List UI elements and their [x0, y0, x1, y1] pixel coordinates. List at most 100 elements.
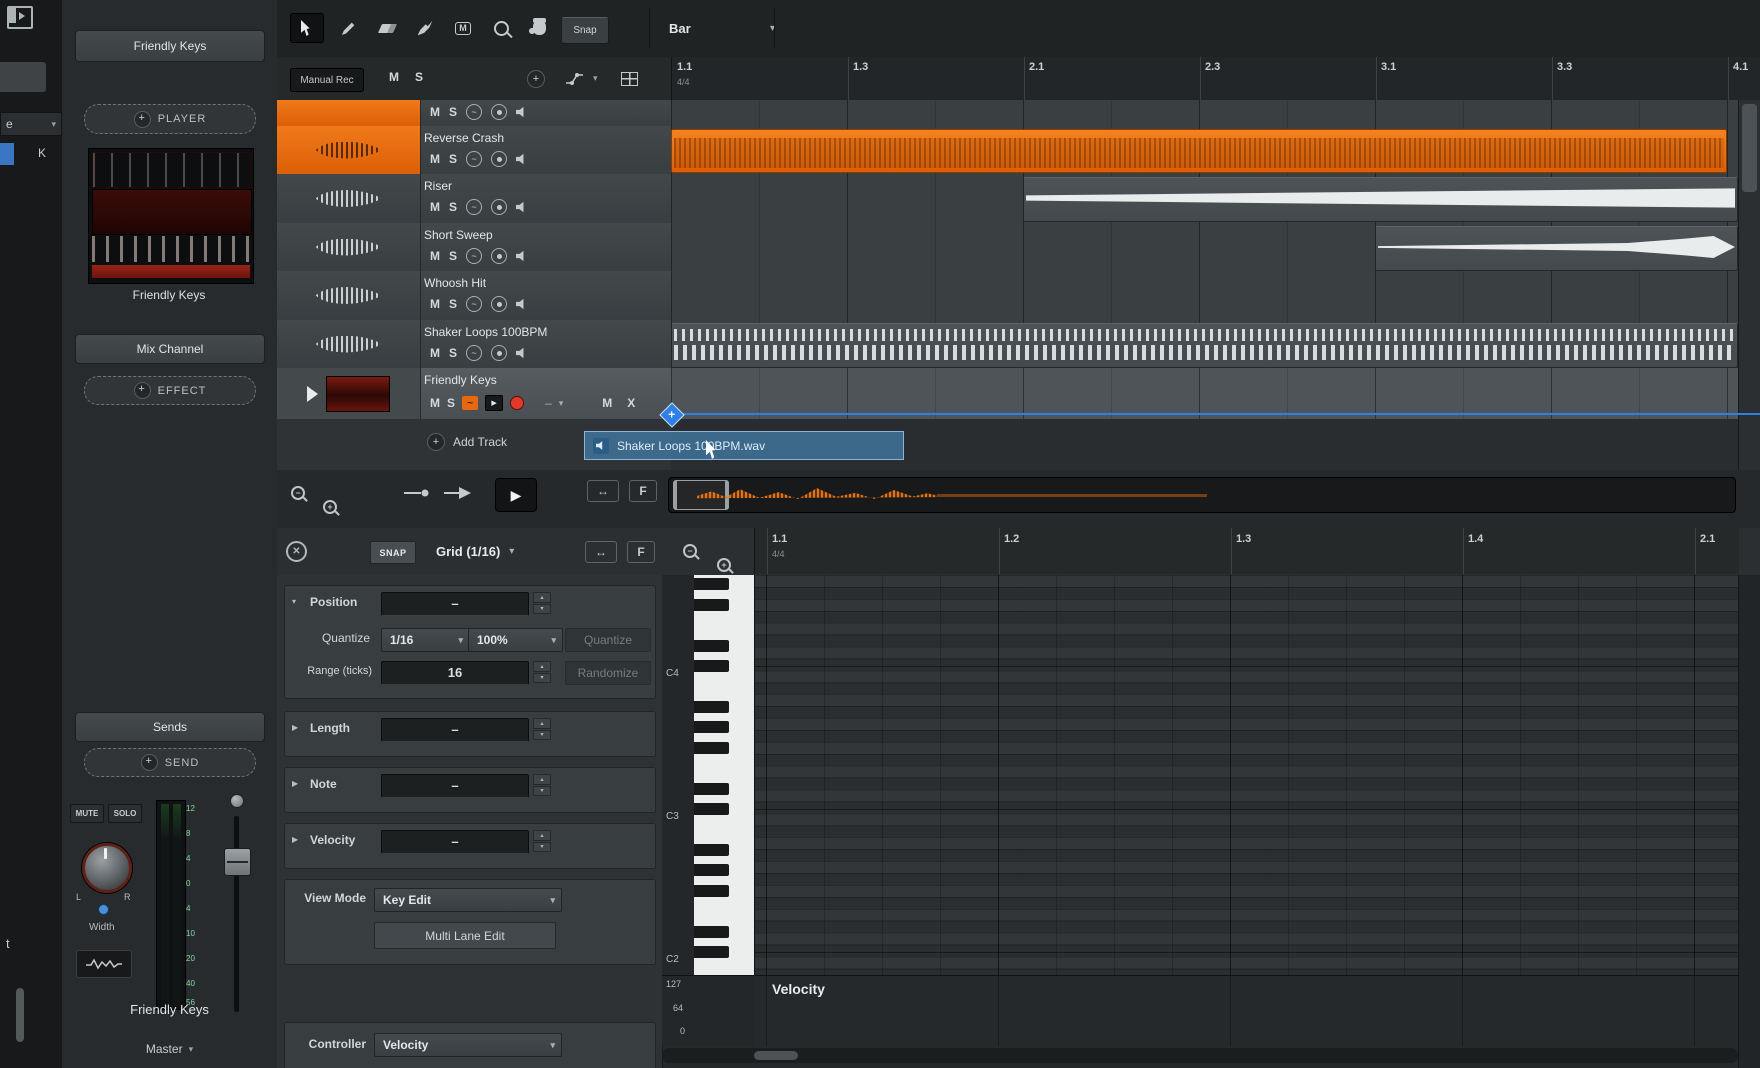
piano-black-key[interactable]	[694, 599, 729, 611]
manual-rec-button[interactable]: Manual Rec	[290, 68, 364, 92]
range-stepper[interactable]: ▴ ▾	[533, 661, 551, 683]
mute-button[interactable]: MUTE	[70, 804, 104, 823]
expand-triangle-icon[interactable]: ▶	[292, 835, 298, 844]
hand-tool-button[interactable]	[522, 13, 556, 43]
record-arm-icon[interactable]	[510, 396, 524, 410]
marker-forward-icon[interactable]	[443, 487, 471, 499]
zoom-tool-button[interactable]	[484, 13, 518, 43]
velocity-lane[interactable]: Velocity	[755, 975, 1738, 1046]
track-row-shaker-loops[interactable]: Shaker Loops 100BPM M S ~	[277, 320, 671, 369]
editor-zoom-out-icon[interactable]: −	[683, 544, 697, 558]
quantize-grid-dropdown[interactable]: 1/16 ▾	[381, 628, 470, 652]
automation-circle-icon[interactable]: ~	[466, 248, 482, 264]
editor-width-button[interactable]: ↔	[585, 541, 617, 563]
audio-clip-shaker-loops[interactable]	[671, 323, 1738, 368]
editor-scrollbar[interactable]	[1738, 575, 1760, 1068]
editor-snap-button[interactable]: SNAP	[370, 541, 416, 564]
chevron-down-icon[interactable]: ▾	[559, 398, 564, 409]
piano-black-key[interactable]	[694, 701, 729, 713]
stepper-down-icon[interactable]: ▾	[533, 673, 551, 684]
timebase-dropdown[interactable]: Bar ▾	[657, 8, 787, 48]
range-value[interactable]: 16	[381, 661, 529, 685]
audio-clip-short-sweep[interactable]	[1375, 226, 1738, 271]
track-color-cell[interactable]	[277, 126, 421, 174]
track-solo-button[interactable]: S	[449, 105, 457, 119]
speaker-icon[interactable]	[516, 201, 528, 213]
controller-dropdown[interactable]: Velocity ▾	[374, 1033, 562, 1057]
track-row-riser[interactable]: Riser M S ~	[277, 174, 671, 224]
stepper-up-icon[interactable]: ▴	[533, 774, 551, 785]
automation-circle-icon[interactable]: ~	[466, 151, 482, 167]
fader-track[interactable]	[234, 816, 239, 1012]
audio-clip-reverse-crash[interactable]	[671, 129, 1727, 173]
mute-tool-button[interactable]: M	[446, 13, 480, 43]
editor-zoom-in-icon[interactable]: +	[717, 558, 731, 572]
track-mute-button[interactable]: M	[430, 346, 440, 360]
track-name[interactable]: Friendly Keys	[424, 373, 497, 387]
stepper-up-icon[interactable]: ▴	[533, 592, 551, 603]
global-solo-button[interactable]: S	[415, 70, 423, 84]
speaker-icon[interactable]	[516, 250, 528, 262]
position-value[interactable]: –	[381, 592, 529, 616]
track-name[interactable]: Reverse Crash	[424, 131, 504, 145]
audio-clip-riser[interactable]	[1023, 177, 1738, 222]
width-knob[interactable]	[98, 904, 109, 915]
sends-header[interactable]: Sends	[75, 712, 265, 742]
piano-black-key[interactable]	[694, 783, 729, 795]
track-mute-button[interactable]: M	[430, 152, 440, 166]
length-stepper[interactable]: ▴ ▾	[533, 718, 551, 740]
piano-black-key[interactable]	[694, 946, 729, 958]
track-solo-button[interactable]: S	[449, 346, 457, 360]
velocity-stepper[interactable]: ▴ ▾	[533, 830, 551, 852]
track-color-cell[interactable]	[277, 223, 421, 271]
pan-knob[interactable]	[82, 843, 132, 893]
stepper-down-icon[interactable]: ▾	[533, 604, 551, 615]
edge-scrollbar[interactable]	[16, 988, 24, 1042]
stepper-down-icon[interactable]: ▾	[533, 842, 551, 853]
piano-black-key[interactable]	[694, 803, 729, 815]
add-track-button[interactable]: + Add Track	[427, 433, 507, 451]
editor-ruler[interactable]: 1.1 4/4 1.2 1.3 1.4 2.1	[754, 528, 1739, 574]
selected-item-fragment[interactable]	[0, 143, 14, 165]
effect-button[interactable]: + EFFECT	[84, 376, 256, 405]
marker-back-icon[interactable]	[403, 487, 429, 499]
automation-circle-icon[interactable]: ~	[466, 199, 482, 215]
speaker-icon[interactable]	[516, 347, 528, 359]
piano-black-key[interactable]	[694, 578, 729, 590]
arrange-overview[interactable]	[668, 477, 1736, 513]
velocity-value[interactable]: –	[381, 830, 529, 854]
track-row-whoosh-hit[interactable]: Whoosh Hit M S ~	[277, 271, 671, 321]
automation-icon[interactable]	[565, 71, 587, 87]
track-row-friendly-keys[interactable]: Friendly Keys M S ~ ▶ – ▾ M X	[277, 368, 671, 420]
track-solo-button[interactable]: S	[449, 200, 457, 214]
speaker-icon[interactable]	[516, 153, 528, 165]
instrument-panel-header[interactable]: Friendly Keys	[75, 30, 265, 62]
monitor-button[interactable]: M	[602, 396, 612, 410]
automation-circle-icon[interactable]: ~	[466, 296, 482, 312]
track-color-cell[interactable]	[277, 100, 421, 126]
add-track-plus-button[interactable]: +	[527, 70, 545, 88]
piano-black-key[interactable]	[694, 885, 729, 897]
quantize-apply-button[interactable]: Quantize	[565, 628, 651, 652]
chevron-down-icon[interactable]: ▾	[593, 73, 598, 84]
stepper-down-icon[interactable]: ▾	[533, 786, 551, 797]
track-row-short-sweep[interactable]: Short Sweep M S ~	[277, 223, 671, 272]
editor-autoscroll-button[interactable]: F	[627, 541, 655, 563]
play-button[interactable]: ▶	[495, 478, 537, 512]
pencil-tool-button[interactable]	[332, 13, 366, 43]
track-color-cell[interactable]	[277, 368, 421, 419]
note-value[interactable]: –	[381, 774, 529, 798]
position-stepper[interactable]: ▴ ▾	[533, 592, 551, 614]
track-height-button[interactable]: ↔	[587, 480, 619, 502]
autoscroll-button[interactable]: F	[629, 480, 657, 502]
track-color-cell[interactable]	[277, 271, 421, 320]
track-solo-button[interactable]: S	[449, 297, 457, 311]
length-value[interactable]: –	[381, 718, 529, 742]
automation-circle-icon[interactable]: ~	[466, 104, 482, 120]
fader-handle[interactable]	[224, 848, 251, 876]
piano-keyboard[interactable]	[694, 575, 755, 975]
instrument-thumbnail[interactable]	[88, 148, 254, 284]
track-mute-button[interactable]: M	[430, 105, 440, 119]
track-color-cell[interactable]	[277, 320, 421, 368]
track-mute-button[interactable]: M	[430, 249, 440, 263]
